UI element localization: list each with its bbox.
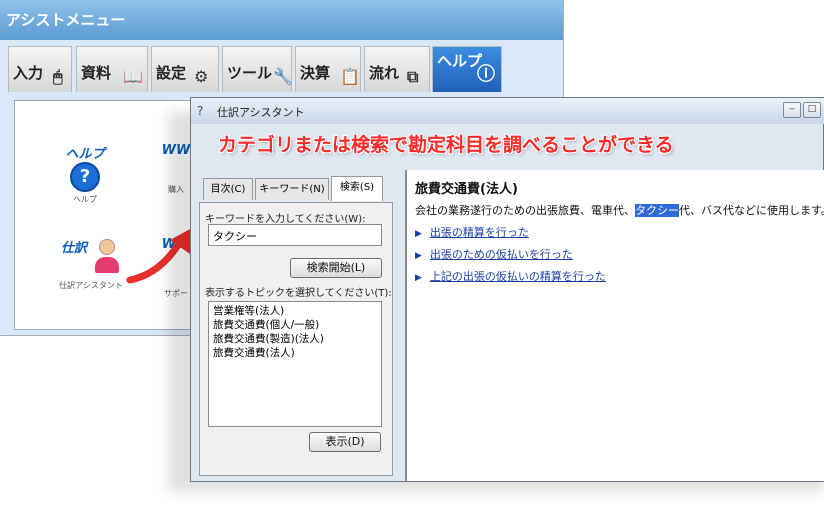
tab-flow[interactable]: 流れ ⧉ — [364, 46, 430, 92]
content-link[interactable]: ▶ 出張のための仮払いを行った — [415, 246, 573, 262]
help-app-icon: ? — [197, 104, 204, 118]
content-link[interactable]: ▶ 上記の出張の仮払いの精算を行った — [415, 268, 606, 284]
menu-item-help[interactable]: ヘルプ ? ヘルプ — [55, 143, 115, 205]
topic-list[interactable]: 営業権等(法人) 旅費交通費(個人/一般) 旅費交通費(製造)(法人) 旅費交通… — [208, 301, 382, 427]
list-item[interactable]: 旅費交通費(個人/一般) — [213, 318, 377, 332]
person-icon — [95, 239, 119, 273]
keyword-input[interactable]: タクシー — [208, 224, 382, 246]
triangle-right-icon: ▶ — [415, 273, 422, 283]
tab-input[interactable]: 入力 🖱 — [8, 46, 72, 92]
content-title: 旅費交通費(法人) — [415, 182, 518, 197]
triangle-right-icon: ▶ — [415, 251, 422, 261]
tab-keyword[interactable]: キーワード(N) — [255, 178, 329, 200]
list-item[interactable]: 旅費交通費(製造)(法人) — [213, 332, 377, 346]
content-pane: 旅費交通費(法人) 会社の業務遂行のための出張旅費、電車代、タクシー代、バス代な… — [405, 170, 824, 481]
tab-settings[interactable]: 設定 ⚙ — [151, 46, 219, 92]
dialog-titlebar[interactable]: ? 仕訳アシスタント ‒ □ — [191, 98, 824, 124]
tab-help[interactable]: ヘルプ ⓘ — [432, 46, 502, 92]
book-icon: 📖 — [123, 67, 143, 86]
display-button[interactable]: 表示(D) — [309, 432, 381, 452]
flowchart-icon: ⧉ — [407, 67, 419, 86]
assist-menu-title: アシストメニュー — [0, 0, 563, 40]
tab-contents[interactable]: 目次(C) — [203, 178, 253, 200]
annotation-caption: カテゴリまたは検索で勘定科目を調べることができる — [218, 134, 674, 156]
help-circle-icon: ⓘ — [477, 64, 495, 85]
tab-search[interactable]: 検索(S) — [331, 176, 383, 201]
help-question-icon: ? — [70, 162, 100, 192]
content-description: 会社の業務遂行のための出張旅費、電車代、タクシー代、バス代などに使用します。 — [415, 204, 824, 217]
gear-icon: ⚙ — [194, 67, 209, 86]
tab-tools[interactable]: ツール 🔧 — [222, 46, 293, 92]
minimize-button[interactable]: ‒ — [783, 102, 801, 118]
tools-icon: 🔧 — [273, 67, 293, 86]
topic-label: 表示するトピックを選択してください(T): — [205, 288, 392, 299]
maximize-button[interactable]: □ — [803, 102, 821, 118]
search-highlight: タクシー — [635, 204, 679, 217]
tab-closing[interactable]: 決算 📋 — [295, 46, 361, 92]
assist-tabbar: 入力 🖱 資料 📖 設定 ⚙ ツール 🔧 決算 📋 流れ ⧉ ヘルプ ⓘ — [8, 46, 528, 92]
triangle-right-icon: ▶ — [415, 229, 422, 239]
keyword-label: キーワードを入力してください(W): — [205, 214, 366, 225]
list-item[interactable]: 旅費交通費(法人) — [213, 346, 377, 360]
list-item[interactable]: 営業権等(法人) — [213, 304, 377, 318]
tab-materials[interactable]: 資料 📖 — [76, 46, 148, 92]
document-icon: 📋 — [340, 67, 360, 86]
search-start-button[interactable]: 検索開始(L) — [290, 258, 382, 278]
content-link[interactable]: ▶ 出張の精算を行った — [415, 224, 529, 240]
menu-item-journal-assistant[interactable]: 仕訳 仕訳アシスタント — [51, 237, 131, 291]
mouse-icon: 🖱 — [53, 67, 63, 86]
